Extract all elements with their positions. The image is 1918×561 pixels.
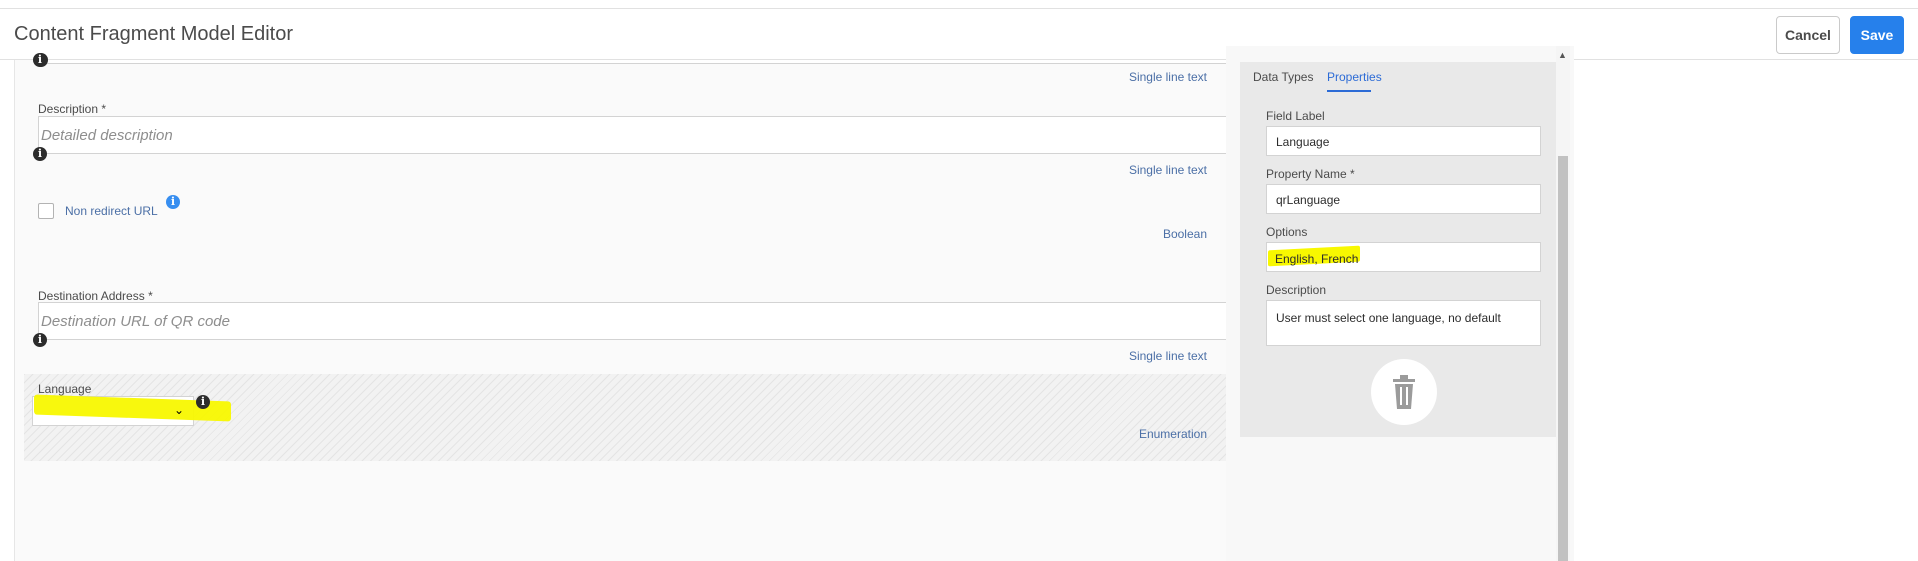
- non-redirect-checkbox[interactable]: [38, 203, 54, 219]
- description-label: Description *: [38, 102, 107, 116]
- trash-icon: [1393, 375, 1415, 409]
- save-button[interactable]: Save: [1850, 16, 1904, 54]
- active-tab-indicator: [1327, 90, 1371, 92]
- description-label: Description: [1266, 283, 1327, 297]
- tab-data-types[interactable]: Data Types: [1253, 70, 1313, 84]
- page-title: Content Fragment Model Editor: [14, 23, 294, 45]
- cancel-button[interactable]: Cancel: [1776, 16, 1840, 54]
- field-type-label: Boolean: [1162, 227, 1207, 241]
- options-value: English, French: [1275, 252, 1359, 266]
- field-type-label: Enumeration: [1138, 427, 1207, 441]
- non-redirect-label: Non redirect URL: [65, 204, 158, 218]
- info-icon[interactable]: i: [33, 333, 47, 347]
- info-icon[interactable]: i: [33, 147, 47, 161]
- field-type-label: Single line text: [1128, 163, 1207, 177]
- language-label: Language: [38, 382, 92, 396]
- options-label: Options: [1266, 225, 1308, 239]
- scroll-up-icon[interactable]: ▲: [1558, 50, 1567, 60]
- scrollbar-thumb[interactable]: [1558, 156, 1568, 561]
- field-type-label: Single line text: [1128, 70, 1207, 84]
- info-icon[interactable]: i: [33, 53, 47, 67]
- field-type-label: Single line text: [1128, 349, 1207, 363]
- info-icon[interactable]: i: [196, 395, 210, 409]
- app-header: Content Fragment Model Editor Cancel Sav…: [0, 8, 1918, 60]
- description-textarea[interactable]: User must select one language, no defaul…: [1266, 300, 1541, 346]
- destination-label: Destination Address *: [38, 289, 153, 303]
- field-label-label: Field Label: [1266, 109, 1325, 123]
- property-name-label: Property Name *: [1266, 167, 1355, 181]
- tab-properties[interactable]: Properties: [1327, 70, 1382, 84]
- field-label-input[interactable]: Language: [1266, 126, 1541, 156]
- chevron-down-icon[interactable]: ⌄: [174, 403, 184, 417]
- property-name-input[interactable]: qrLanguage: [1266, 184, 1541, 214]
- info-icon[interactable]: i: [166, 195, 180, 209]
- delete-field-button[interactable]: [1371, 359, 1437, 425]
